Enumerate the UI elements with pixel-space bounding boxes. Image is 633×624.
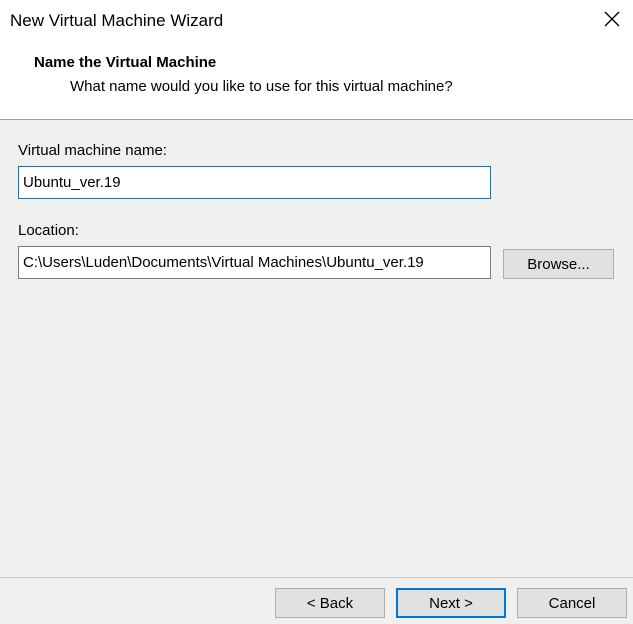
wizard-header: Name the Virtual Machine What name would… <box>0 44 633 120</box>
window-title: New Virtual Machine Wizard <box>10 11 224 30</box>
back-button[interactable]: < Back <box>275 588 385 618</box>
cancel-button[interactable]: Cancel <box>517 588 627 618</box>
location-label: Location: <box>18 222 79 239</box>
browse-button[interactable]: Browse... <box>503 249 614 279</box>
close-button[interactable] <box>599 6 625 32</box>
vm-name-input[interactable] <box>18 166 491 199</box>
location-input[interactable] <box>18 246 491 279</box>
page-subtitle: What name would you like to use for this… <box>70 78 453 95</box>
wizard-window: New Virtual Machine Wizard Name the Virt… <box>0 0 633 624</box>
page-title: Name the Virtual Machine <box>34 54 217 71</box>
title-bar: New Virtual Machine Wizard <box>0 0 633 44</box>
vm-name-label: Virtual machine name: <box>18 142 167 159</box>
close-icon <box>604 11 620 27</box>
next-button[interactable]: Next > <box>396 588 506 618</box>
footer-divider <box>0 577 633 578</box>
